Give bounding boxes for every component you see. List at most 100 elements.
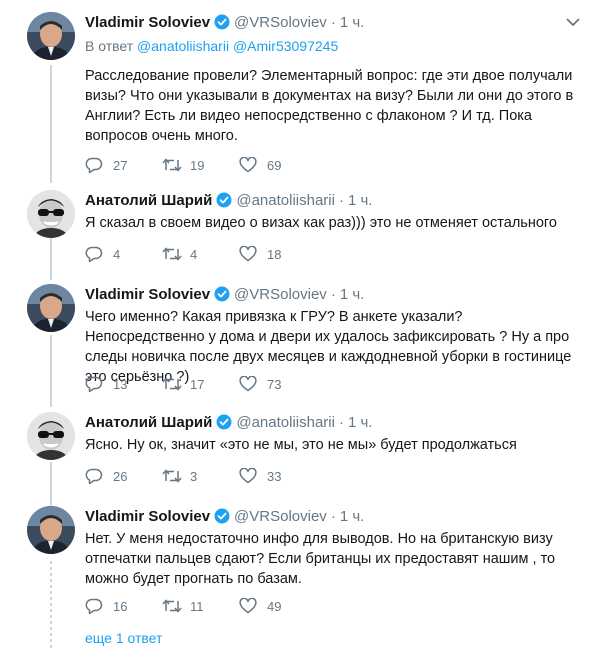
author-name[interactable]: Vladimir Soloviev	[85, 14, 210, 31]
author-name[interactable]: Vladimir Soloviev	[85, 508, 210, 525]
verified-badge-icon	[216, 192, 232, 208]
like-button[interactable]: 73	[239, 375, 316, 393]
reply-button[interactable]: 26	[85, 467, 162, 485]
reply-count: 26	[113, 468, 128, 484]
reply-count: 27	[113, 157, 128, 173]
timestamp[interactable]: 1 ч.	[340, 508, 365, 525]
author-name[interactable]: Анатолий Шарий	[85, 414, 212, 431]
tweet-actions: 16 11 49	[85, 596, 316, 616]
verified-badge-icon	[214, 14, 230, 30]
avatar[interactable]	[27, 412, 75, 460]
avatar[interactable]	[27, 506, 75, 554]
tweet-text: Ясно. Ну ок, значит «это не мы, это не м…	[85, 437, 517, 453]
vladimir-avatar-icon	[27, 284, 75, 332]
retweet-button[interactable]: 3	[162, 467, 239, 485]
verified-badge-icon	[214, 286, 230, 302]
author-handle[interactable]: @anatoliisharii	[236, 414, 335, 431]
author-name[interactable]: Vladimir Soloviev	[85, 286, 210, 303]
timestamp[interactable]: 1 ч.	[340, 14, 365, 31]
separator-dot: ·	[330, 507, 336, 525]
tweet-text: Расследование провели? Элементарный вопр…	[85, 68, 574, 144]
retweet-button[interactable]: 17	[162, 375, 239, 393]
tweet-actions: 26 3 33	[85, 466, 316, 486]
like-button[interactable]: 69	[239, 156, 316, 174]
separator-dot: ·	[338, 413, 344, 431]
retweet-button[interactable]: 11	[162, 597, 239, 615]
more-replies-link[interactable]: еще 1 ответ	[85, 630, 162, 646]
chevron-down-icon[interactable]	[565, 14, 581, 30]
timestamp[interactable]: 1 ч.	[348, 192, 373, 209]
avatar[interactable]	[27, 12, 75, 60]
like-count: 49	[267, 598, 282, 614]
retweet-icon	[162, 467, 182, 485]
reply-mention-link[interactable]: @Amir53097245	[233, 38, 338, 54]
tweet-text: Я сказал в своем видео о визах как раз))…	[85, 215, 557, 231]
heart-icon	[239, 467, 259, 485]
separator-dot: ·	[338, 191, 344, 209]
heart-icon	[239, 375, 259, 393]
author-handle[interactable]: @VRSoloviev	[234, 286, 327, 303]
retweet-count: 4	[190, 246, 198, 262]
tweet-actions: 4 4 18	[85, 244, 316, 264]
author-handle[interactable]: @VRSoloviev	[234, 508, 327, 525]
reply-count: 16	[113, 598, 128, 614]
avatar[interactable]	[27, 190, 75, 238]
anatoliy-avatar-icon	[27, 412, 75, 460]
reply-icon	[85, 467, 105, 485]
reply-button[interactable]: 13	[85, 375, 162, 393]
reply-count: 13	[113, 376, 128, 392]
reply-icon	[85, 156, 105, 174]
tweet-header: Vladimir Soloviev @VRSoloviev · 1 ч.	[85, 506, 581, 526]
tweet-header: Анатолий Шарий @anatoliisharii · 1 ч.	[85, 190, 581, 210]
vladimir-avatar-icon	[27, 506, 75, 554]
like-button[interactable]: 18	[239, 245, 316, 263]
tweet[interactable]: Vladimir Soloviev @VRSoloviev · 1 ч. Нет…	[0, 506, 611, 620]
retweet-button[interactable]: 4	[162, 245, 239, 263]
tweet-actions: 13 17 73	[85, 374, 316, 394]
retweet-icon	[162, 156, 182, 174]
author-handle[interactable]: @anatoliisharii	[236, 192, 335, 209]
like-count: 69	[267, 157, 282, 173]
retweet-icon	[162, 245, 182, 263]
tweet[interactable]: Vladimir Soloviev @VRSoloviev · 1 ч. Чег…	[0, 284, 611, 402]
avatar[interactable]	[27, 284, 75, 332]
separator-dot: ·	[330, 285, 336, 303]
tweet-text: Нет. У меня недостаточно инфо для выводо…	[85, 531, 556, 587]
tweet-header: Vladimir Soloviev @VRSoloviev · 1 ч.	[85, 12, 581, 32]
reply-button[interactable]: 16	[85, 597, 162, 615]
anatoliy-avatar-icon	[27, 190, 75, 238]
retweet-icon	[162, 375, 182, 393]
timestamp[interactable]: 1 ч.	[348, 414, 373, 431]
heart-icon	[239, 597, 259, 615]
separator-dot: ·	[330, 13, 336, 31]
retweet-count: 19	[190, 157, 205, 173]
like-button[interactable]: 33	[239, 467, 316, 485]
reply-button[interactable]: 27	[85, 156, 162, 174]
vladimir-avatar-icon	[27, 12, 75, 60]
timestamp[interactable]: 1 ч.	[340, 286, 365, 303]
tweet-header: Vladimir Soloviev @VRSoloviev · 1 ч.	[85, 284, 581, 304]
like-count: 18	[267, 246, 282, 262]
verified-badge-icon	[216, 414, 232, 430]
reply-count: 4	[113, 246, 121, 262]
like-count: 73	[267, 376, 282, 392]
reply-mention-link[interactable]: @anatoliisharii	[137, 38, 229, 54]
tweet[interactable]: Анатолий Шарий @anatoliisharii · 1 ч. Я …	[0, 190, 611, 270]
tweet[interactable]: Анатолий Шарий @anatoliisharii · 1 ч. Яс…	[0, 412, 611, 492]
author-name[interactable]: Анатолий Шарий	[85, 192, 212, 209]
tweet[interactable]: Vladimir Soloviev @VRSoloviev · 1 ч. В о…	[0, 12, 611, 182]
retweet-count: 17	[190, 376, 205, 392]
verified-badge-icon	[214, 508, 230, 524]
like-count: 33	[267, 468, 282, 484]
reply-to-prefix: В ответ	[85, 38, 134, 54]
reply-icon	[85, 245, 105, 263]
reply-icon	[85, 597, 105, 615]
like-button[interactable]: 49	[239, 597, 316, 615]
reply-to-line: В ответ @anatoliisharii @Amir53097245	[85, 38, 338, 54]
retweet-button[interactable]: 19	[162, 156, 239, 174]
heart-icon	[239, 245, 259, 263]
reply-button[interactable]: 4	[85, 245, 162, 263]
author-handle[interactable]: @VRSoloviev	[234, 14, 327, 31]
retweet-icon	[162, 597, 182, 615]
tweet-header: Анатолий Шарий @anatoliisharii · 1 ч.	[85, 412, 581, 432]
